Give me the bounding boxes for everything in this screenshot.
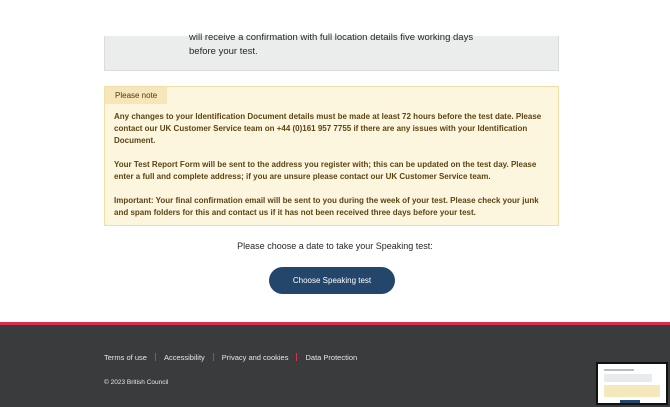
please-note-title: Please note: [105, 87, 168, 104]
please-note-box: Please note Any changes to your Identifi…: [104, 86, 559, 226]
footer-separator: [154, 353, 156, 361]
note-test-report-paragraph: Your Test Report Form will be sent to th…: [114, 160, 537, 181]
footer-copyright: © 2023 British Council: [104, 379, 169, 386]
choose-speaking-test-button[interactable]: Choose Speaking test: [269, 267, 395, 294]
info-line-2: before your test.: [189, 46, 258, 57]
location-info-text: will receive a confirmation with full lo…: [189, 31, 549, 59]
location-info-box: will receive a confirmation with full lo…: [104, 32, 559, 71]
footer-link-privacy[interactable]: Privacy and cookies: [222, 353, 289, 362]
thumbnail-info-block: [604, 374, 652, 382]
speaking-test-prompt: Please choose a date to take your Speaki…: [237, 241, 433, 251]
note-confirmation-email-paragraph: Important: Your final confirmation email…: [114, 196, 539, 217]
info-line-1: will receive a confirmation with full lo…: [189, 32, 474, 43]
thumbnail-line: [604, 369, 634, 371]
thumbnail-note-block: [604, 385, 660, 397]
footer-links: Terms of use Accessibility Privacy and coo…: [104, 353, 357, 362]
page-preview-thumbnail[interactable]: [596, 362, 668, 405]
footer-link-terms[interactable]: Terms of use: [104, 353, 147, 362]
site-footer: Terms of use Accessibility Privacy and coo…: [0, 322, 670, 407]
note-identification-paragraph: Any changes to your Identification Docum…: [114, 112, 542, 145]
thumbnail-button: [620, 400, 640, 403]
please-note-body: Any changes to your Identification Docum…: [114, 111, 550, 231]
footer-separator: [212, 353, 214, 361]
footer-separator: [296, 353, 298, 361]
footer-link-data-protection[interactable]: Data Protection: [305, 353, 357, 362]
footer-link-accessibility[interactable]: Accessibility: [164, 353, 205, 362]
